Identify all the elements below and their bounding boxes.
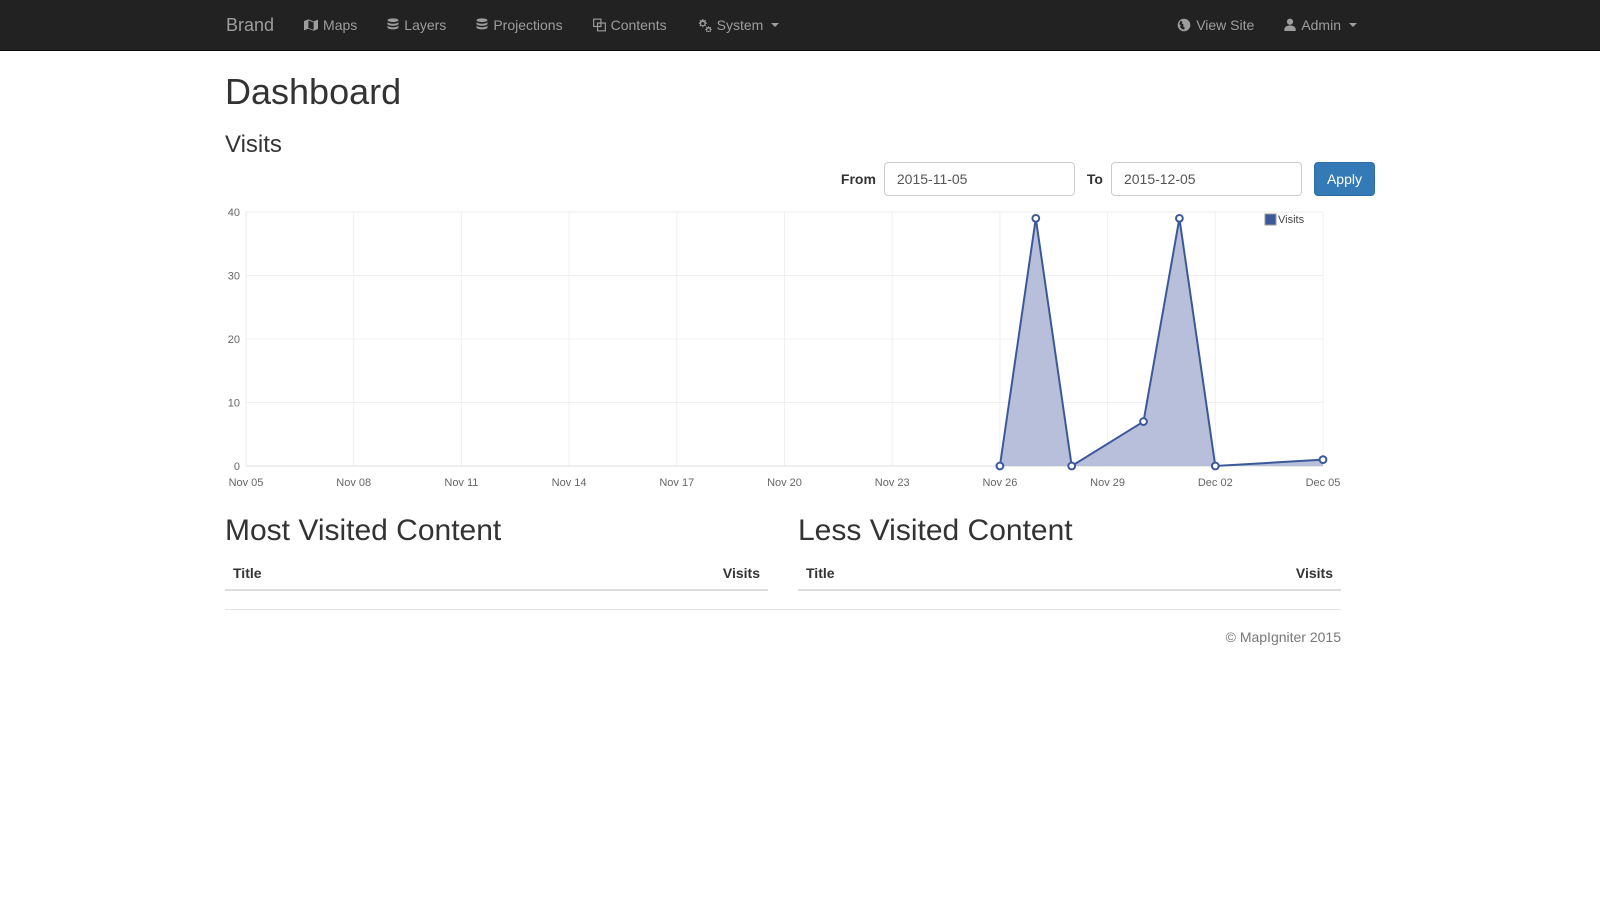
chevron-down-icon <box>1349 23 1357 27</box>
nav-item-label: View Site <box>1196 17 1255 33</box>
svg-text:Nov 14: Nov 14 <box>552 477 587 489</box>
nav-item-contents[interactable]: Contents <box>578 0 682 50</box>
nav-item-system[interactable]: System <box>682 0 795 50</box>
nav-item-label: Admin <box>1301 17 1341 33</box>
date-range-form: From To Apply <box>225 161 1375 196</box>
most-visited-panel: Most Visited Content Title Visits <box>225 494 783 611</box>
svg-text:10: 10 <box>228 397 240 409</box>
nav-item-admin[interactable]: Admin <box>1269 0 1372 50</box>
content-panels: Most Visited Content Title Visits Less V… <box>225 494 1341 611</box>
to-label: To <box>1086 170 1103 187</box>
nav-item-projections[interactable]: Projections <box>461 0 577 50</box>
nav-item-label: Contents <box>610 17 667 33</box>
brand-link[interactable]: Brand <box>226 0 289 50</box>
svg-text:20: 20 <box>228 334 240 346</box>
table-header-row: Title Visits <box>225 556 768 591</box>
main-container: Dashboard Visits From To Apply 0 10 20 30 40… <box>225 72 1375 645</box>
apply-button[interactable]: Apply <box>1313 161 1375 196</box>
less-visited-panel: Less Visited Content Title Visits <box>783 494 1341 611</box>
visits-chart-svg[interactable]: 0 10 20 30 40 Nov 05 Nov 08 Nov 11 Nov 14 Nov 17 N… <box>225 204 1341 494</box>
clone-icon <box>592 18 606 32</box>
from-label: From <box>840 170 876 187</box>
visits-chart: 0 10 20 30 40 Nov 05 Nov 08 Nov 11 Nov 14 Nov 17 N… <box>225 204 1341 494</box>
svg-text:Nov 08: Nov 08 <box>336 477 371 489</box>
from-date-input[interactable] <box>883 161 1075 196</box>
user-icon <box>1284 18 1296 32</box>
column-header-visits: Visits <box>472 556 768 591</box>
cogs-icon <box>697 18 712 32</box>
svg-text:Nov 20: Nov 20 <box>767 477 802 489</box>
page-footer: © MapIgniter 2015 <box>225 608 1341 645</box>
nav-item-layers[interactable]: Layers <box>372 0 461 50</box>
database-icon <box>476 18 488 32</box>
copyright-text: © MapIgniter 2015 <box>1225 628 1341 645</box>
nav-item-label: System <box>716 17 764 33</box>
page-title: Dashboard <box>225 71 402 112</box>
svg-text:Dec 02: Dec 02 <box>1198 477 1233 489</box>
globe-icon <box>1177 18 1191 32</box>
less-visited-table: Title Visits <box>798 556 1341 591</box>
svg-text:30: 30 <box>228 270 240 282</box>
most-visited-table: Title Visits <box>225 556 768 591</box>
most-visited-title: Most Visited Content <box>225 513 502 547</box>
svg-text:40: 40 <box>228 207 240 219</box>
svg-text:Nov 05: Nov 05 <box>229 477 264 489</box>
navbar-right-group: View Site Admin <box>1162 0 1372 50</box>
column-header-title: Title <box>798 556 1046 591</box>
svg-text:Visits: Visits <box>1278 214 1305 226</box>
main-navbar: Brand Maps Layers Projections Contents S… <box>0 0 1600 51</box>
column-header-title: Title <box>225 556 473 591</box>
table-header-row: Title Visits <box>798 556 1341 591</box>
svg-text:Nov 26: Nov 26 <box>982 477 1017 489</box>
nav-item-maps[interactable]: Maps <box>289 0 372 50</box>
svg-text:Nov 23: Nov 23 <box>875 477 910 489</box>
visits-section-title: Visits <box>225 130 282 158</box>
database-icon <box>387 18 399 32</box>
navbar-left-group: Brand Maps Layers Projections Contents S… <box>226 0 794 50</box>
to-date-input[interactable] <box>1110 161 1302 196</box>
svg-text:Nov 17: Nov 17 <box>659 477 694 489</box>
less-visited-title: Less Visited Content <box>798 513 1073 547</box>
chevron-down-icon <box>771 23 780 27</box>
map-icon <box>304 18 319 32</box>
svg-text:Dec 05: Dec 05 <box>1306 477 1341 489</box>
nav-item-label: Maps <box>323 17 358 33</box>
svg-text:0: 0 <box>234 461 240 473</box>
nav-item-view-site[interactable]: View Site <box>1162 0 1269 50</box>
svg-text:Nov 11: Nov 11 <box>444 477 478 489</box>
nav-item-label: Projections <box>493 17 563 33</box>
svg-text:Nov 29: Nov 29 <box>1090 477 1125 489</box>
column-header-visits: Visits <box>1045 556 1341 591</box>
nav-item-label: Layers <box>404 17 447 33</box>
